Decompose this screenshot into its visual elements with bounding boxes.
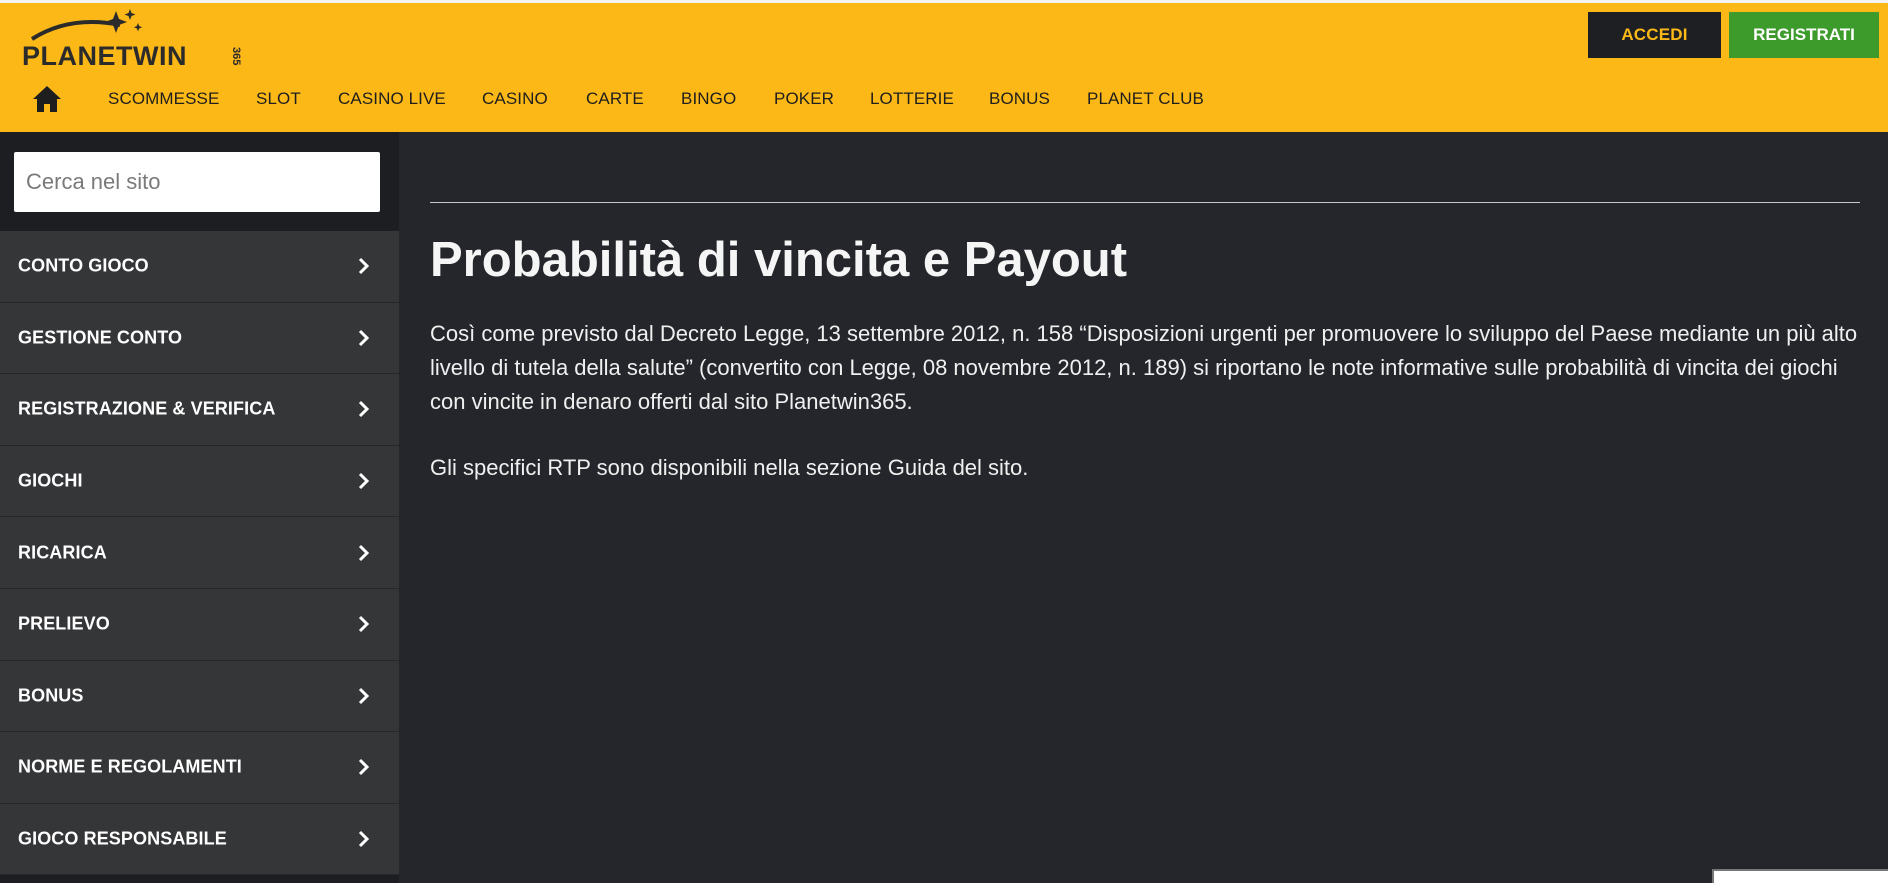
chevron-right-icon <box>358 687 370 704</box>
sidebar-item-bonus[interactable]: BONUS <box>0 660 399 733</box>
home-icon[interactable] <box>32 85 62 113</box>
search-input[interactable] <box>14 152 380 212</box>
register-button[interactable]: REGISTRATI <box>1729 12 1879 58</box>
sidebar-item-label: RICARICA <box>18 542 107 563</box>
nav-item-casino[interactable]: CASINO <box>482 89 548 109</box>
page-title: Probabilità di vincita e Payout <box>430 233 1128 287</box>
nav-item-bingo[interactable]: BINGO <box>681 89 736 109</box>
nav-item-bonus[interactable]: BONUS <box>989 89 1050 109</box>
sidebar-item-label: GESTIONE CONTO <box>18 327 183 348</box>
nav-item-lotterie[interactable]: LOTTERIE <box>870 89 954 109</box>
sidebar-item-gioco-responsabile[interactable]: GIOCO RESPONSABILE <box>0 803 399 876</box>
nav-item-planet-club[interactable]: PLANET CLUB <box>1087 89 1204 109</box>
sidebar-item-gestione-conto[interactable]: GESTIONE CONTO <box>0 302 399 375</box>
nav-item-poker[interactable]: POKER <box>774 89 834 109</box>
chevron-right-icon <box>358 830 370 848</box>
sidebar-item-label: GIOCO RESPONSABILE <box>18 828 227 849</box>
content-divider <box>430 202 1860 203</box>
sidebar: CONTO GIOCO GESTIONE CONTO REGISTRAZIONE… <box>0 132 399 883</box>
rtp-paragraph: Gli specifici RTP sono disponibili nella… <box>430 455 1029 480</box>
chevron-right-icon <box>358 473 370 490</box>
corner-widget[interactable] <box>1712 869 1888 883</box>
nav-item-carte[interactable]: CARTE <box>586 89 644 109</box>
sidebar-item-norme-regolamenti[interactable]: NORME E REGOLAMENTI <box>0 732 399 804</box>
sidebar-item-label: PRELIEVO <box>18 613 110 634</box>
chevron-right-icon <box>358 759 370 776</box>
sidebar-item-giochi[interactable]: GIOCHI <box>0 445 399 518</box>
nav-item-scommesse[interactable]: SCOMMESSE <box>108 89 219 109</box>
logo-text: PLANETWIN <box>22 41 187 71</box>
sidebar-item-label: BONUS <box>18 685 84 706</box>
sidebar-item-prelievo[interactable]: PRELIEVO <box>0 588 399 661</box>
login-button[interactable]: ACCEDI <box>1588 12 1721 58</box>
chevron-right-icon <box>358 616 370 633</box>
chevron-right-icon <box>358 401 370 418</box>
chevron-right-icon <box>358 258 370 275</box>
nav-item-slot[interactable]: SLOT <box>256 89 301 109</box>
sidebar-item-label: REGISTRAZIONE & VERIFICA <box>18 398 276 419</box>
planetwin-logo[interactable]: PLANETWIN 365 <box>20 7 250 71</box>
chevron-right-icon <box>358 329 370 346</box>
sidebar-item-conto-gioco[interactable]: CONTO GIOCO <box>0 231 399 303</box>
logo-suffix: 365 <box>230 47 242 66</box>
sidebar-item-label: GIOCHI <box>18 470 83 491</box>
nav-item-casino-live[interactable]: CASINO LIVE <box>338 89 446 109</box>
sidebar-item-ricarica[interactable]: RICARICA <box>0 517 399 589</box>
intro-paragraph: Così come previsto dal Decreto Legge, 13… <box>430 321 1858 414</box>
sidebar-item-label: NORME E REGOLAMENTI <box>18 756 242 777</box>
sidebar-item-label: CONTO GIOCO <box>18 255 149 276</box>
chevron-right-icon <box>358 544 370 561</box>
sidebar-menu: CONTO GIOCO GESTIONE CONTO REGISTRAZIONE… <box>0 231 399 876</box>
sidebar-item-registrazione-verifica[interactable]: REGISTRAZIONE & VERIFICA <box>0 374 399 446</box>
search-box <box>14 152 380 212</box>
site-header: PLANETWIN 365 ACCEDI REGISTRATI SCOMMESS… <box>0 0 1888 132</box>
